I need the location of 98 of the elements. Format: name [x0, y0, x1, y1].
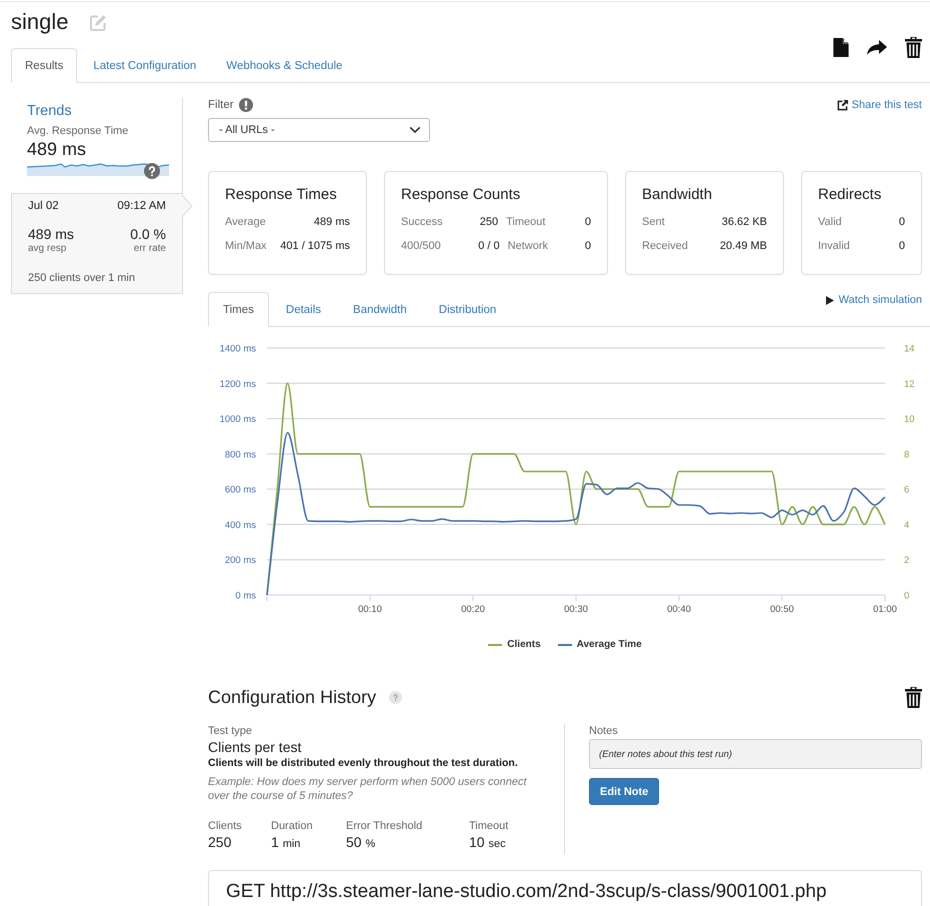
- y-axis-label: 1200 ms: [220, 378, 256, 390]
- stat-value: 0: [898, 215, 905, 230]
- y-axis-label: 1400 ms: [220, 344, 256, 354]
- filter-label: Filter: [208, 98, 234, 112]
- forward-arrow-icon[interactable]: [867, 40, 887, 55]
- test-type-value: Clients per test: [208, 738, 302, 756]
- field-label: Test type: [208, 724, 254, 738]
- share-icon: [836, 100, 848, 110]
- chart-tab[interactable]: Bandwidth: [338, 292, 422, 327]
- card-title: Response Counts: [401, 185, 522, 205]
- y-axis-label: 200 ms: [224, 555, 256, 566]
- page-title: single: [11, 8, 68, 36]
- tab[interactable]: Results: [11, 48, 78, 83]
- stat-label: Clients: [208, 819, 243, 833]
- stat-value: 250: [208, 833, 232, 851]
- stat-label: Timeout: [506, 215, 546, 230]
- stat-value: 250: [480, 215, 498, 230]
- stat-label: Sent: [642, 215, 666, 230]
- run-summary: 250 clients over 1 min: [28, 271, 136, 285]
- card-title: Redirects: [818, 185, 882, 205]
- y-axis-label: 600 ms: [224, 484, 256, 496]
- stat-value: 36.62 KB: [722, 215, 767, 230]
- stat-label: Average: [225, 215, 267, 230]
- x-axis-label: 00:40: [667, 604, 691, 615]
- description-text: Clients will be distributed evenly throughout the test duration.: [208, 756, 519, 770]
- right-axis-label: 6: [904, 484, 910, 496]
- request-url: GET http://3s.steamer-lane-studio.com/2nd-3scup/s-class/9001001.php: [226, 881, 828, 902]
- right-axis-label: 10: [904, 414, 915, 426]
- section-title: Configuration History: [208, 686, 376, 709]
- stat-value: 1 min: [271, 833, 302, 852]
- stat-label: Network: [508, 239, 549, 254]
- y-axis-label: 0 ms: [235, 590, 256, 602]
- run-date: Jul 02: [28, 199, 59, 213]
- notes-field[interactable]: (Enter notes about this test run): [589, 739, 922, 769]
- y-axis-label: 400 ms: [224, 520, 256, 531]
- trends-title[interactable]: Trends: [27, 102, 168, 120]
- stat-label: Error Threshold: [346, 819, 424, 833]
- stat-value: 0: [584, 215, 591, 230]
- stat-label: Success: [401, 215, 444, 230]
- stat-label: Valid: [818, 215, 843, 230]
- run-error-label: err rate: [134, 243, 166, 255]
- stat-value: 0 / 0: [478, 239, 500, 254]
- tab[interactable]: Webhooks & Schedule: [212, 48, 356, 83]
- edit-note-button[interactable]: Edit Note: [589, 778, 660, 805]
- y-axis-label: 800 ms: [224, 449, 256, 460]
- run-time: 09:12 AM: [117, 199, 166, 213]
- chart-tab[interactable]: Distribution: [424, 292, 512, 327]
- stat-label: Duration: [271, 819, 314, 833]
- pointer-icon: [182, 195, 193, 217]
- stat-label: Invalid: [818, 239, 851, 254]
- x-axis-label: 00:50: [770, 604, 794, 615]
- share-link[interactable]: Share this test: [836, 98, 922, 112]
- right-axis-label: 14: [904, 344, 915, 354]
- url-filter-select[interactable]: - All URLs -: [208, 118, 430, 142]
- alert-icon[interactable]: [238, 98, 253, 112]
- example-text: Example: How does my server perform when 5000 users connect over the course of 5 minutes?: [208, 775, 528, 803]
- run-avg-label: avg resp: [28, 243, 66, 255]
- metric-label: Avg. Response Time: [27, 124, 130, 138]
- card-title: Bandwidth: [642, 185, 714, 205]
- x-axis-label: 00:10: [358, 604, 382, 615]
- stat-value: 10 sec: [469, 833, 507, 852]
- chevron-icon: [409, 126, 421, 134]
- help-icon[interactable]: [144, 163, 160, 179]
- run-error-rate: 0.0 %: [130, 225, 166, 243]
- stat-value: 0: [898, 239, 905, 254]
- legend-label[interactable]: Clients: [507, 638, 541, 652]
- document-icon[interactable]: [833, 38, 849, 57]
- help-icon[interactable]: [389, 690, 402, 704]
- stat-value: 20.49 MB: [720, 239, 767, 254]
- y-axis-label: 1000 ms: [220, 414, 256, 426]
- card-title: Response Times: [225, 185, 338, 205]
- play-icon: [826, 296, 834, 304]
- metric-value: 489 ms: [27, 138, 88, 160]
- stat-label: Received: [642, 239, 689, 254]
- stat-label: Timeout: [469, 819, 510, 833]
- right-axis-label: 0: [904, 590, 910, 602]
- watch-simulation-link[interactable]: Watch simulation: [826, 293, 922, 307]
- right-axis-label: 12: [904, 378, 915, 390]
- trash-icon[interactable]: [905, 37, 922, 58]
- stat-value: 0: [584, 239, 591, 254]
- stat-value: 489 ms: [314, 215, 350, 230]
- legend-label[interactable]: Average Time: [576, 638, 642, 652]
- right-axis-label: 2: [904, 555, 910, 566]
- stat-label: 400/500: [401, 239, 442, 254]
- stat-value: 401 / 1075 ms: [280, 239, 350, 254]
- trash-icon[interactable]: [905, 686, 922, 708]
- x-axis-label: 00:30: [564, 604, 588, 615]
- right-axis-label: 8: [904, 449, 910, 460]
- notes-label: Notes: [589, 724, 619, 738]
- x-axis-label: 00:20: [461, 604, 485, 615]
- right-axis-label: 4: [904, 520, 910, 531]
- x-axis-label: 01:00: [873, 604, 897, 615]
- run-avg-response: 489 ms: [28, 225, 74, 243]
- chart-tab[interactable]: Times: [208, 292, 269, 327]
- stat-value: 50 %: [346, 833, 376, 852]
- chart-tab[interactable]: Details: [270, 292, 336, 327]
- tab[interactable]: Latest Configuration: [79, 48, 210, 83]
- stat-label: Min/Max: [225, 239, 268, 254]
